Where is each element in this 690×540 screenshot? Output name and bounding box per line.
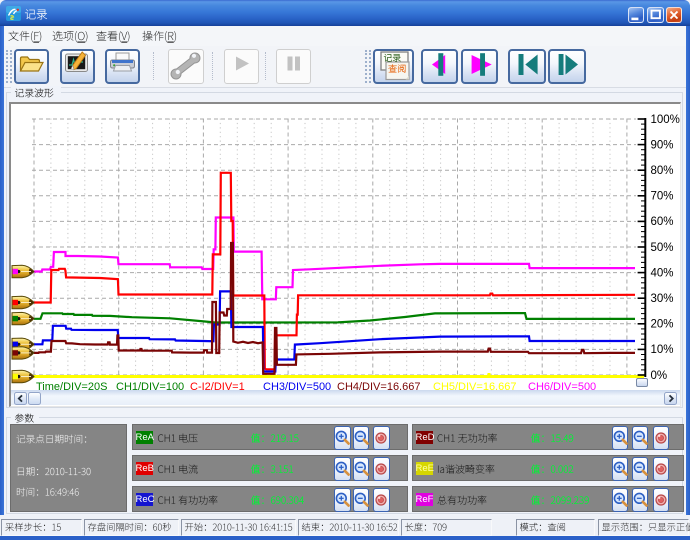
svg-text:C-I2/DIV=1: C-I2/DIV=1	[190, 381, 245, 390]
svg-text:CH1/DIV=100: CH1/DIV=100	[116, 381, 184, 390]
svg-text:60%: 60%	[651, 216, 674, 228]
svg-text:20%: 20%	[651, 319, 674, 331]
svg-text:80%: 80%	[651, 165, 674, 177]
svg-text:90%: 90%	[651, 139, 674, 151]
svg-text:CH6/DIV=500: CH6/DIV=500	[528, 381, 596, 390]
svg-text:CH5/DIV=16.667: CH5/DIV=16.667	[433, 381, 516, 390]
svg-text:10%: 10%	[651, 344, 674, 356]
svg-text:40%: 40%	[651, 267, 674, 279]
svg-text:CH4/DIV=16.667: CH4/DIV=16.667	[337, 381, 420, 390]
svg-text:70%: 70%	[651, 191, 674, 203]
svg-text:Time/DIV=20S: Time/DIV=20S	[36, 381, 107, 390]
svg-text:50%: 50%	[651, 242, 674, 254]
svg-text:0%: 0%	[651, 370, 668, 382]
svg-text:30%: 30%	[651, 293, 674, 305]
svg-text:100%: 100%	[651, 114, 680, 126]
svg-text:CH3/DIV=500: CH3/DIV=500	[263, 381, 331, 390]
